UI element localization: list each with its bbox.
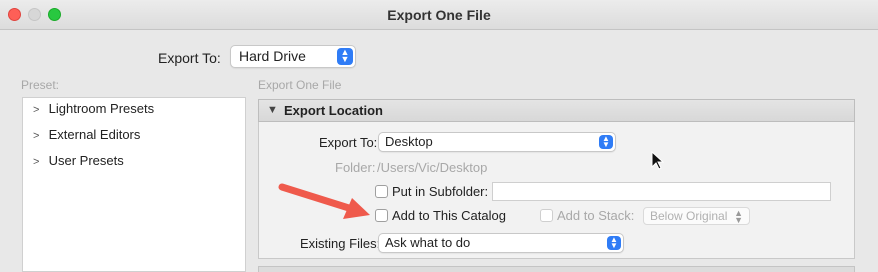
- put-in-subfolder-label: Put in Subfolder:: [392, 184, 489, 199]
- window-title: Export One File: [387, 7, 491, 23]
- folder-label: Folder:: [335, 160, 376, 175]
- preset-list: > Lightroom Presets > External Editors >…: [22, 97, 246, 272]
- export-to-location-label: Export To:: [319, 135, 378, 150]
- chevron-updown-icon: ▲ ▼: [734, 208, 743, 225]
- export-to-value: Hard Drive: [239, 48, 306, 64]
- stack-position-value: Below Original: [650, 209, 728, 223]
- chevron-right-icon: >: [33, 156, 40, 168]
- chevron-right-icon: >: [33, 130, 40, 142]
- disclosure-triangle-icon: ▼: [267, 104, 278, 116]
- preset-item-lightroom-presets[interactable]: > Lightroom Presets: [33, 101, 154, 119]
- existing-files-value: Ask what to do: [385, 235, 471, 250]
- preset-item-user-presets[interactable]: > User Presets: [33, 153, 124, 171]
- chevron-right-icon: >: [33, 104, 40, 116]
- put-in-subfolder-checkbox[interactable]: [375, 185, 388, 198]
- main-header: Export One File: [258, 78, 342, 92]
- next-section-header[interactable]: [258, 266, 855, 272]
- add-to-catalog-label: Add to This Catalog: [392, 208, 506, 223]
- stack-position-select[interactable]: Below Original ▲ ▼: [643, 207, 750, 225]
- export-to-select[interactable]: Hard Drive ▲ ▼: [230, 45, 356, 68]
- chevron-updown-icon: ▲ ▼: [607, 236, 621, 250]
- preset-header: Preset:: [21, 78, 60, 92]
- export-location-header[interactable]: ▼ Export Location: [258, 99, 855, 122]
- export-to-label: Export To:: [158, 50, 221, 66]
- preset-item-label: Lightroom Presets: [48, 101, 155, 116]
- mouse-cursor-icon: [651, 151, 665, 170]
- export-to-location-select[interactable]: Desktop ▲ ▼: [378, 132, 616, 152]
- add-to-stack-label: Add to Stack:: [557, 208, 635, 223]
- preset-item-external-editors[interactable]: > External Editors: [33, 127, 140, 145]
- chevron-updown-icon: ▲ ▼: [337, 48, 353, 65]
- preset-item-label: User Presets: [48, 153, 124, 168]
- section-title: Export Location: [284, 103, 383, 118]
- add-to-stack-checkbox[interactable]: [540, 209, 553, 222]
- export-to-location-value: Desktop: [385, 134, 433, 149]
- add-to-catalog-checkbox[interactable]: [375, 209, 388, 222]
- existing-files-label: Existing Files:: [300, 236, 381, 251]
- title-bar: Export One File: [0, 0, 878, 30]
- existing-files-select[interactable]: Ask what to do ▲ ▼: [378, 233, 624, 253]
- subfolder-name-field[interactable]: [492, 182, 831, 201]
- chevron-updown-icon: ▲ ▼: [599, 135, 613, 149]
- preset-item-label: External Editors: [48, 127, 141, 142]
- folder-path: /Users/Vic/Desktop: [377, 160, 488, 175]
